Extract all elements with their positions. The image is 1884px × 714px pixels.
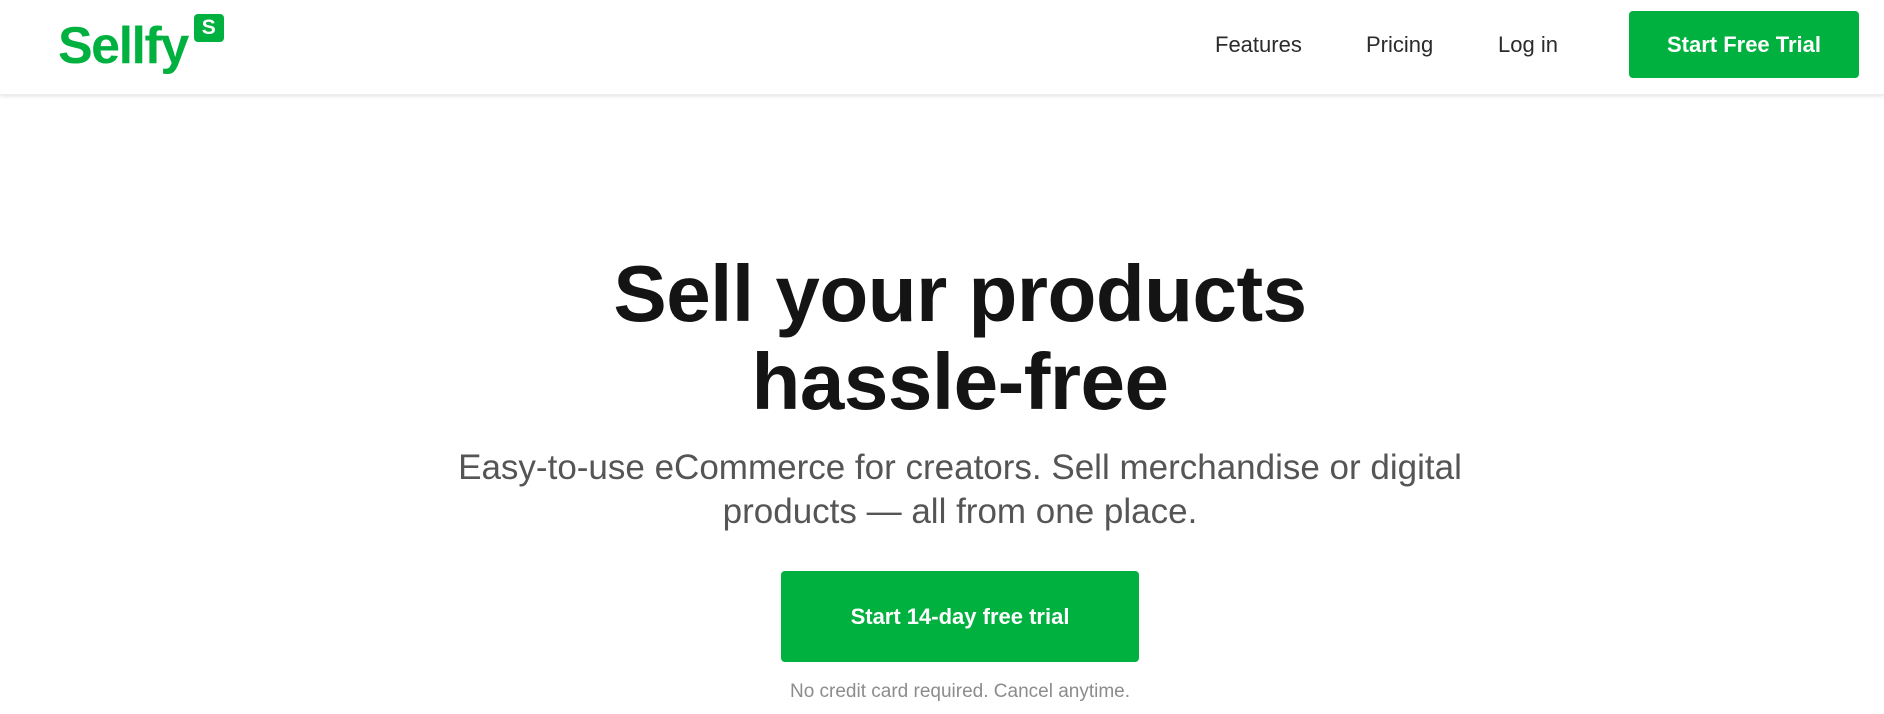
logo-wordmark: Sellfy	[58, 17, 189, 75]
start-14-day-trial-button[interactable]: Start 14-day free trial	[781, 571, 1139, 662]
page: Sellfy S Features Pricing Log in Start F…	[0, 0, 1884, 714]
nav-login-link[interactable]: Log in	[1498, 32, 1558, 58]
hero-title: Sell your products hassle-free	[0, 250, 1884, 426]
hero-subtitle-line-2: products — all from one place.	[722, 492, 1198, 531]
hero-subtitle-line-1: Easy-to-use eCommerce for creators. Sell…	[458, 448, 1462, 487]
nav-pricing-link[interactable]: Pricing	[1366, 32, 1433, 58]
no-credit-card-note: No credit card required. Cancel anytime.	[789, 681, 1131, 702]
logo-badge-icon: S	[193, 14, 224, 42]
hero-subtitle: Easy-to-use eCommerce for creators. Sell…	[0, 446, 1884, 534]
nav-features-link[interactable]: Features	[1215, 32, 1302, 58]
site-header: Sellfy S Features Pricing Log in Start F…	[0, 0, 1884, 95]
start-free-trial-button[interactable]: Start Free Trial	[1629, 11, 1859, 78]
sellfy-logo[interactable]: Sellfy S	[58, 14, 224, 78]
hero-title-line-2: hassle-free	[751, 337, 1169, 426]
hero-title-line-1: Sell your products	[613, 249, 1307, 338]
